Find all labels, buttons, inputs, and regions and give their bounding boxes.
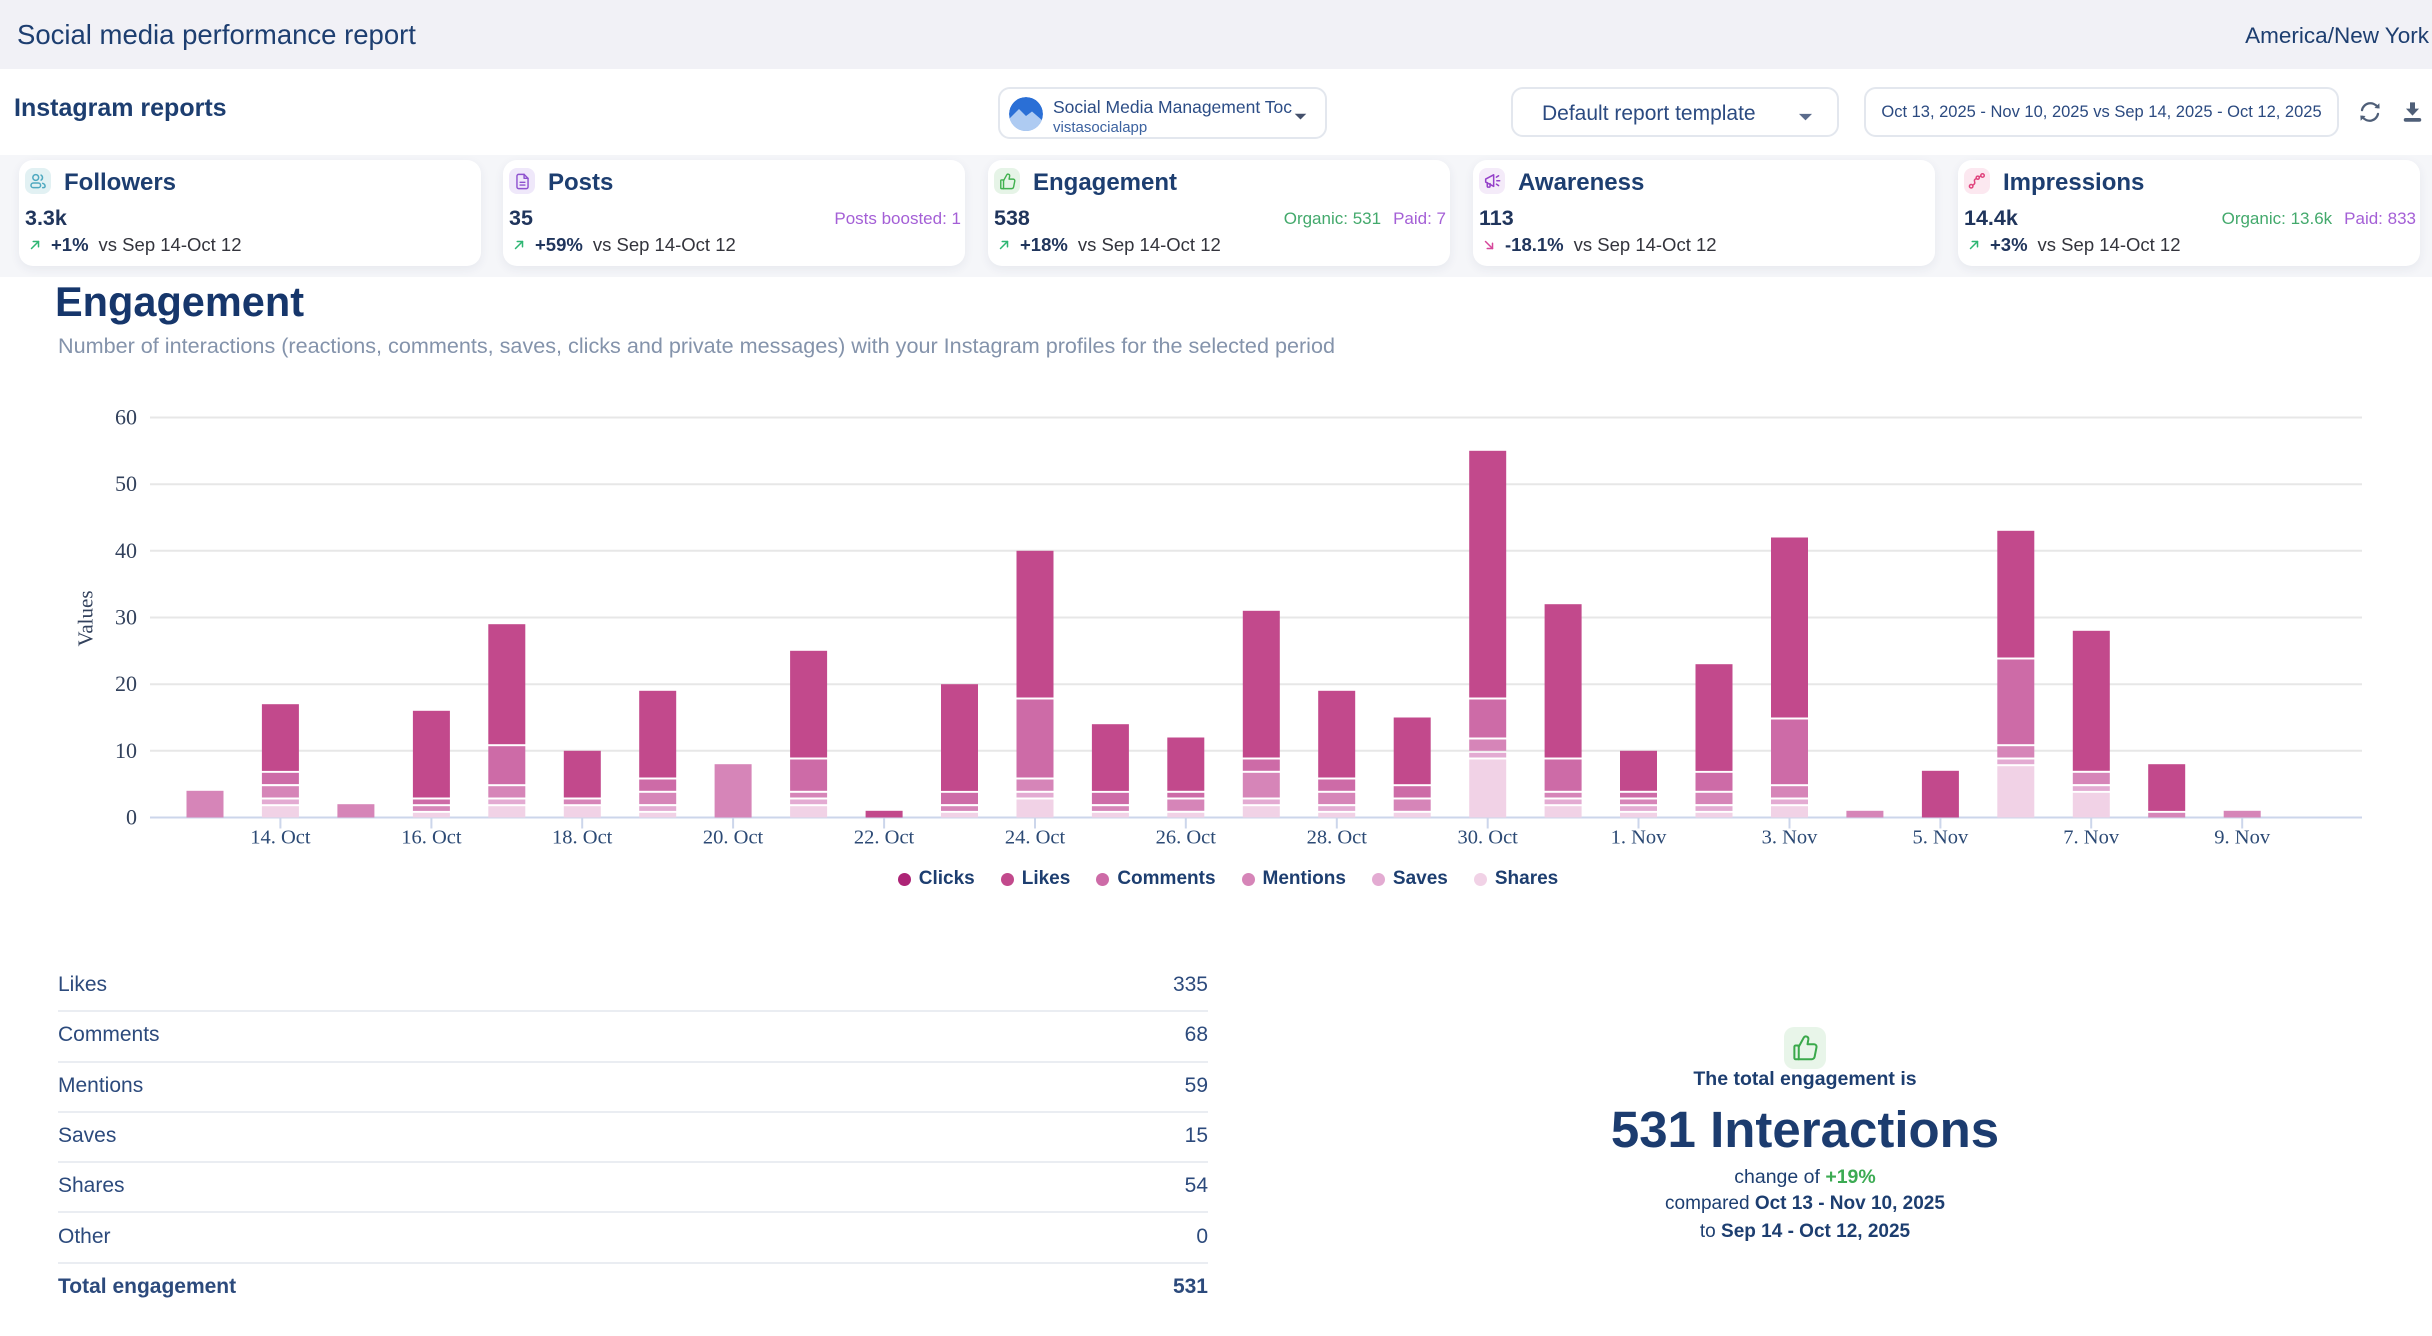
svg-text:30: 30 <box>115 605 137 630</box>
svg-text:30. Oct: 30. Oct <box>1458 827 1519 849</box>
svg-text:7. Nov: 7. Nov <box>2063 827 2120 849</box>
svg-text:9. Nov: 9. Nov <box>2214 827 2271 849</box>
svg-text:26. Oct: 26. Oct <box>1156 827 1217 849</box>
svg-text:50: 50 <box>115 471 137 496</box>
svg-text:1. Nov: 1. Nov <box>1611 827 1668 849</box>
svg-text:60: 60 <box>115 405 137 430</box>
svg-text:3. Nov: 3. Nov <box>1762 827 1819 849</box>
svg-text:20. Oct: 20. Oct <box>703 827 764 849</box>
svg-text:20: 20 <box>115 671 137 696</box>
svg-text:10: 10 <box>115 738 137 763</box>
svg-text:18. Oct: 18. Oct <box>552 827 613 849</box>
svg-text:16. Oct: 16. Oct <box>401 827 462 849</box>
svg-text:22. Oct: 22. Oct <box>854 827 915 849</box>
svg-text:24. Oct: 24. Oct <box>1005 827 1066 849</box>
svg-text:40: 40 <box>115 538 137 563</box>
svg-text:28. Oct: 28. Oct <box>1307 827 1368 849</box>
svg-text:0: 0 <box>126 805 137 830</box>
svg-text:5. Nov: 5. Nov <box>1912 827 1969 849</box>
svg-text:14. Oct: 14. Oct <box>250 827 311 849</box>
